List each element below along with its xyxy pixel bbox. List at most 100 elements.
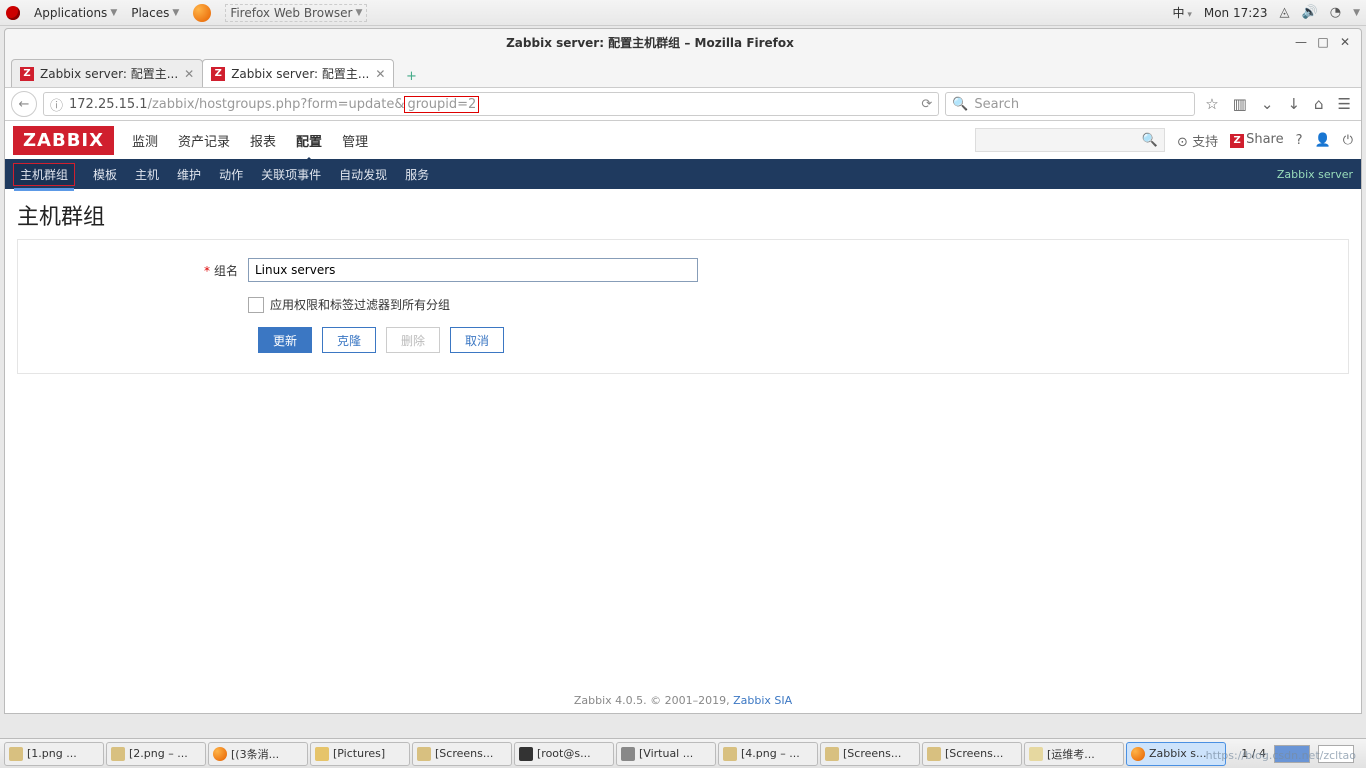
terminal-icon xyxy=(519,747,533,761)
search-bar[interactable]: 🔍 Search xyxy=(945,92,1195,116)
zabbix-footer: Zabbix 4.0.5. © 2001–2019, Zabbix SIA xyxy=(5,384,1361,713)
task-item[interactable]: [1.png ... xyxy=(4,742,104,766)
browser-tab-2[interactable]: Z Zabbix server: 配置主... ✕ xyxy=(202,59,394,87)
home-icon[interactable]: ⌂ xyxy=(1314,95,1324,113)
bookmark-star-icon[interactable]: ☆ xyxy=(1205,95,1218,113)
note-icon xyxy=(1029,747,1043,761)
firefox-icon xyxy=(1131,747,1145,761)
update-button[interactable]: 更新 xyxy=(258,327,312,353)
task-item[interactable]: [Screens... xyxy=(412,742,512,766)
library-icon[interactable]: ▥ xyxy=(1233,95,1247,113)
group-name-label: *组名 xyxy=(38,262,248,279)
places-menu[interactable]: Places▼ xyxy=(131,6,179,20)
menu-administration[interactable]: 管理 xyxy=(342,125,368,156)
task-item[interactable]: [Screens... xyxy=(922,742,1022,766)
task-item[interactable]: [运维考... xyxy=(1024,742,1124,766)
form-panel: *组名 应用权限和标签过滤器到所有分组 更新 克隆 删除 取消 xyxy=(17,239,1349,374)
search-icon: 🔍 xyxy=(1142,133,1158,148)
submenu-discovery[interactable]: 自动发现 xyxy=(339,166,387,183)
image-icon xyxy=(927,747,941,761)
tab-close-icon[interactable]: ✕ xyxy=(375,67,385,81)
firefox-titlebar: Zabbix server: 配置主机群组 – Mozilla Firefox … xyxy=(5,29,1361,55)
applications-menu[interactable]: Applications▼ xyxy=(34,6,117,20)
image-icon xyxy=(723,747,737,761)
gnome-taskbar: [1.png ... [2.png – ... [(3条消... [Pictur… xyxy=(0,738,1366,768)
task-item[interactable]: [2.png – ... xyxy=(106,742,206,766)
downloads-icon[interactable]: ↓ xyxy=(1287,95,1300,113)
logout-icon[interactable]: ⏻ xyxy=(1343,133,1353,148)
tab-label: Zabbix server: 配置主... xyxy=(40,65,178,82)
url-host: 172.25.15.1 xyxy=(69,97,148,112)
page-title: 主机群组 xyxy=(17,199,1349,231)
gnome-top-bar: Applications▼ Places▼ Firefox Web Browse… xyxy=(0,0,1366,26)
image-icon xyxy=(9,747,23,761)
window-title: Zabbix server: 配置主机群组 – Mozilla Firefox xyxy=(506,34,794,51)
tab-close-icon[interactable]: ✕ xyxy=(184,67,194,81)
reload-icon[interactable]: ⟳ xyxy=(921,97,932,112)
submenu-actions[interactable]: 动作 xyxy=(219,166,243,183)
server-label: Zabbix server xyxy=(1277,168,1353,181)
zabbix-logo[interactable]: ZABBIX xyxy=(13,126,114,155)
menu-configuration[interactable]: 配置 xyxy=(296,125,322,156)
image-icon xyxy=(111,747,125,761)
task-item[interactable]: [Pictures] xyxy=(310,742,410,766)
image-icon xyxy=(825,747,839,761)
clone-button[interactable]: 克隆 xyxy=(322,327,376,353)
site-info-icon[interactable]: ⓘ xyxy=(50,95,63,114)
submenu-hosts[interactable]: 主机 xyxy=(135,166,159,183)
support-link[interactable]: ⊙ 支持 xyxy=(1177,131,1218,150)
zabbix-page: ZABBIX 监测 资产记录 报表 配置 管理 🔍 ⊙ 支持 ZShare ? … xyxy=(5,121,1361,713)
submenu-hostgroups[interactable]: 主机群组 xyxy=(13,163,75,186)
user-icon[interactable]: 👤 xyxy=(1315,133,1331,148)
tab-strip: Z Zabbix server: 配置主... ✕ Z Zabbix serve… xyxy=(5,55,1361,87)
wifi-icon[interactable]: ◬ xyxy=(1280,5,1290,20)
watermark: https://blog.csdn.net/zcltao xyxy=(1206,749,1356,762)
group-name-input[interactable] xyxy=(248,258,698,282)
task-item[interactable]: [4.png – ... xyxy=(718,742,818,766)
main-menu: 监测 资产记录 报表 配置 管理 xyxy=(132,125,368,156)
footer-link[interactable]: Zabbix SIA xyxy=(733,694,792,707)
help-icon[interactable]: ? xyxy=(1296,133,1303,148)
cancel-button[interactable]: 取消 xyxy=(450,327,504,353)
submenu-services[interactable]: 服务 xyxy=(405,166,429,183)
menu-inventory[interactable]: 资产记录 xyxy=(178,125,230,156)
volume-icon[interactable]: 🔊 xyxy=(1302,5,1318,20)
battery-icon[interactable]: ◔ xyxy=(1330,5,1341,20)
menu-monitoring[interactable]: 监测 xyxy=(132,125,158,156)
url-query-highlight: groupid=2 xyxy=(404,96,479,113)
zabbix-search[interactable]: 🔍 xyxy=(975,128,1165,152)
close-button[interactable]: ✕ xyxy=(1337,35,1353,49)
zabbix-favicon-icon: Z xyxy=(211,67,225,81)
delete-button: 删除 xyxy=(386,327,440,353)
zabbix-header: ZABBIX 监测 资产记录 报表 配置 管理 🔍 ⊙ 支持 ZShare ? … xyxy=(5,121,1361,159)
back-button[interactable]: ← xyxy=(11,91,37,117)
clock[interactable]: Mon 17:23 xyxy=(1204,6,1268,20)
firefox-icon[interactable] xyxy=(193,4,211,22)
sub-menu: 主机群组 模板 主机 维护 动作 关联项事件 自动发现 服务 Zabbix se… xyxy=(5,159,1361,189)
search-placeholder: Search xyxy=(974,97,1019,112)
submenu-templates[interactable]: 模板 xyxy=(93,166,117,183)
pocket-icon[interactable]: ⌄ xyxy=(1261,95,1274,113)
url-bar[interactable]: ⓘ 172.25.15.1 /zabbix/hostgroups.php?for… xyxy=(43,92,939,116)
redhat-icon xyxy=(6,6,20,20)
maximize-button[interactable]: □ xyxy=(1315,35,1331,49)
submenu-maintenance[interactable]: 维护 xyxy=(177,166,201,183)
share-link[interactable]: ZShare xyxy=(1230,132,1284,148)
new-tab-button[interactable]: + xyxy=(399,65,423,87)
task-item[interactable]: [Screens... xyxy=(820,742,920,766)
menu-reports[interactable]: 报表 xyxy=(250,125,276,156)
tab-label: Zabbix server: 配置主... xyxy=(231,65,369,82)
menu-icon[interactable]: ☰ xyxy=(1338,95,1351,113)
submenu-correlation[interactable]: 关联项事件 xyxy=(261,166,321,183)
apply-perms-checkbox[interactable] xyxy=(248,297,264,313)
search-icon: 🔍 xyxy=(952,97,968,112)
ime-indicator[interactable]: 中 ▾ xyxy=(1172,4,1191,21)
browser-tab-1[interactable]: Z Zabbix server: 配置主... ✕ xyxy=(11,59,203,87)
task-item[interactable]: [root@s... xyxy=(514,742,614,766)
firefox-menu[interactable]: Firefox Web Browser▼ xyxy=(225,4,367,22)
minimize-button[interactable]: — xyxy=(1293,35,1309,49)
task-item[interactable]: [(3条消... xyxy=(208,742,308,766)
firefox-icon xyxy=(213,747,227,761)
task-item[interactable]: [Virtual ... xyxy=(616,742,716,766)
virtualbox-icon xyxy=(621,747,635,761)
